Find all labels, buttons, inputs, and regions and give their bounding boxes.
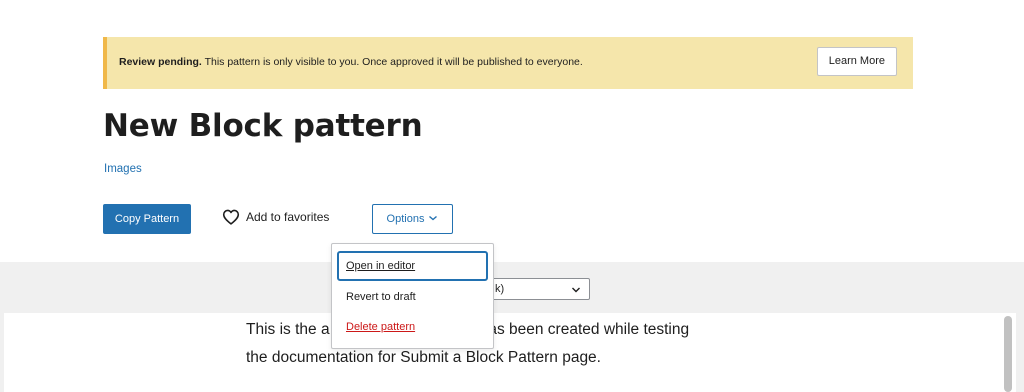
preview-text-line-2: the documentation for Submit a Block Pat… — [246, 349, 601, 366]
notice-title: Review pending. — [119, 56, 202, 68]
chevron-down-icon — [428, 213, 438, 225]
learn-more-button[interactable]: Learn More — [816, 47, 897, 76]
menu-item-revert-to-draft[interactable]: Revert to draft — [337, 282, 488, 312]
preview-scrollbar[interactable] — [1004, 316, 1012, 392]
menu-item-open-in-editor[interactable]: Open in editor — [337, 251, 488, 281]
add-to-favorites-button[interactable]: Add to favorites — [222, 209, 329, 225]
copy-pattern-button[interactable]: Copy Pattern — [103, 204, 191, 234]
preview-width-select[interactable]: k) — [486, 278, 590, 300]
review-pending-notice: Review pending. This pattern is only vis… — [103, 37, 913, 89]
notice-message: This pattern is only visible to you. Onc… — [201, 56, 583, 68]
options-label: Options — [386, 213, 425, 225]
heart-outline-icon — [222, 209, 240, 225]
page-title: New Block pattern — [103, 108, 423, 144]
chevron-down-icon — [571, 285, 581, 297]
options-dropdown-menu: Open in editor Revert to draft Delete pa… — [331, 243, 494, 349]
options-button[interactable]: Options — [372, 204, 453, 234]
add-to-favorites-label: Add to favorites — [246, 210, 330, 224]
pattern-page: Review pending. This pattern is only vis… — [0, 0, 1024, 392]
category-link-images[interactable]: Images — [104, 163, 142, 175]
notice-text: Review pending. This pattern is only vis… — [119, 56, 583, 68]
preview-text-line-1-start: This is the a — [246, 321, 330, 338]
pattern-preview-frame: This is the a that has been created while… — [4, 313, 1016, 392]
menu-item-delete-pattern[interactable]: Delete pattern — [337, 312, 488, 342]
menu-item-label: Delete pattern — [346, 321, 416, 333]
menu-item-label: Open in editor — [346, 260, 416, 272]
menu-item-label: Revert to draft — [346, 291, 416, 303]
preview-width-value: k) — [495, 283, 505, 295]
